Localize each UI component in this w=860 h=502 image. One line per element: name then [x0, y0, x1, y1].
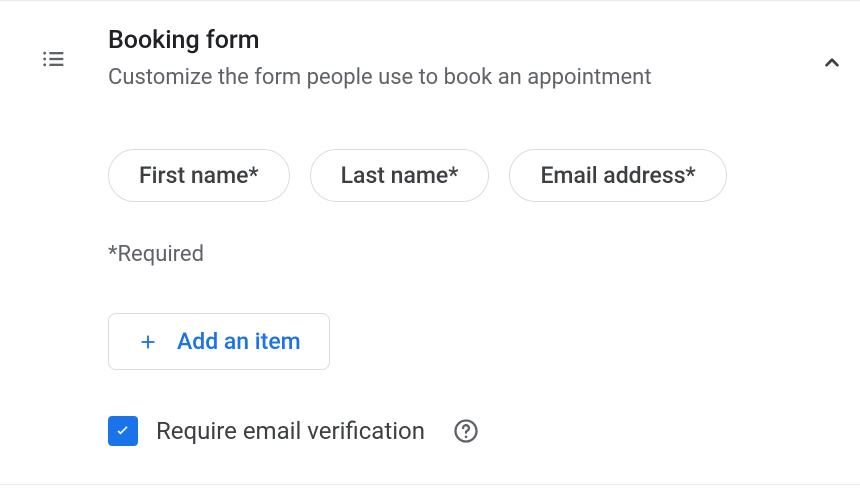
section-body: Booking form Customize the form people u… — [108, 25, 804, 446]
booking-form-section: Booking form Customize the form people u… — [0, 0, 860, 485]
email-verification-checkbox[interactable] — [108, 416, 138, 446]
add-item-label: Add an item — [177, 328, 301, 355]
email-verification-row: Require email verification — [108, 416, 780, 446]
email-verification-label: Require email verification — [156, 417, 425, 445]
field-chip-first-name[interactable]: First name* — [108, 149, 290, 202]
help-icon[interactable] — [451, 416, 481, 446]
add-item-button[interactable]: Add an item — [108, 313, 330, 370]
field-chip-last-name[interactable]: Last name* — [310, 149, 490, 202]
section-subtitle: Customize the form people use to book an… — [108, 63, 780, 93]
section-icon-column — [0, 25, 108, 77]
chevron-up-icon — [819, 50, 845, 80]
chip-label: Last name* — [341, 164, 459, 187]
form-field-chips: First name* Last name* Email address* — [108, 149, 780, 202]
chip-label: First name* — [139, 164, 259, 187]
required-note: *Required — [108, 242, 780, 267]
section-title: Booking form — [108, 25, 780, 57]
chip-label: Email address* — [540, 164, 695, 187]
collapse-button[interactable] — [816, 49, 848, 81]
plus-icon — [137, 331, 159, 353]
section-caret-column — [804, 25, 860, 81]
form-list-icon — [40, 45, 68, 77]
field-chip-email[interactable]: Email address* — [509, 149, 726, 202]
